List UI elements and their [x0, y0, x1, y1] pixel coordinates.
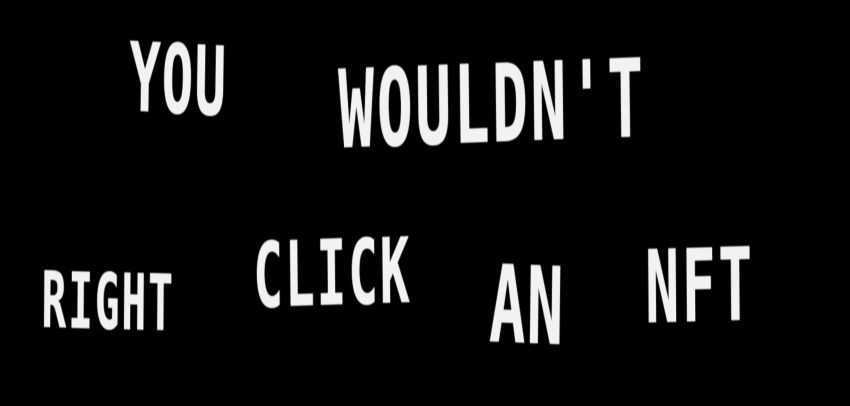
word-nft: NFT: [644, 226, 756, 347]
word-an: AN: [488, 243, 566, 371]
word-wouldnt: WOULDN'T: [337, 36, 647, 175]
word-right: RIGHT: [41, 255, 176, 351]
word-click: CLICK: [252, 220, 413, 330]
word-you: YOU: [128, 22, 229, 138]
ransom-note-poster: YOU WOULDN'T RIGHT CLICK AN NFT: [0, 0, 850, 406]
